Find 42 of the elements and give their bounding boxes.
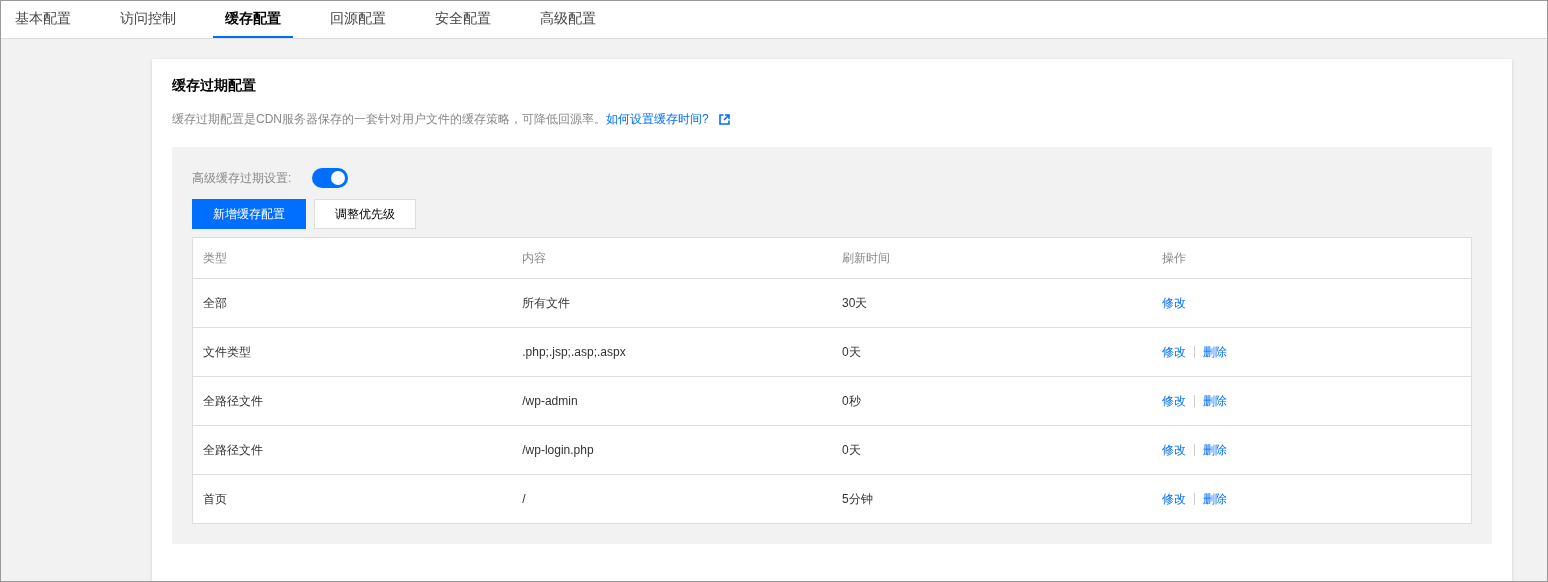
edit-link[interactable]: 修改 [1161, 393, 1186, 408]
external-link-icon[interactable] [718, 114, 730, 125]
table-cell: 首页 [203, 491, 227, 506]
setting-label: 高级缓存过期设置: [192, 169, 292, 187]
edit-link[interactable]: 修改 [1161, 295, 1186, 310]
table-cell: / [522, 492, 526, 506]
delete-link[interactable]: 删除 [1202, 344, 1227, 359]
delete-link[interactable]: 删除 [1202, 393, 1227, 408]
column-header: 类型 [203, 250, 227, 265]
column-header: 操作 [1161, 250, 1186, 265]
table-cell: 全部 [203, 295, 227, 310]
table-cell: 0天 [842, 344, 861, 359]
help-link[interactable]: 如何设置缓存时间? [606, 111, 709, 128]
tab[interactable]: 安全配置 [423, 1, 503, 38]
table-cell: /wp-login.php [522, 443, 594, 457]
toggle-switch[interactable] [312, 168, 349, 188]
table-cell: 0秒 [842, 393, 861, 408]
table-cell: 全路径文件 [203, 442, 263, 457]
edit-link[interactable]: 修改 [1161, 491, 1186, 506]
priority-button[interactable]: 调整优先级 [314, 199, 416, 229]
edit-link[interactable]: 修改 [1161, 344, 1186, 359]
table-cell: 5分钟 [842, 491, 873, 506]
table-cell: 30天 [842, 295, 868, 310]
delete-link[interactable]: 删除 [1202, 491, 1227, 506]
section-title: 缓存过期配置 [172, 77, 257, 95]
column-header: 刷新时间 [842, 250, 890, 265]
delete-link[interactable]: 删除 [1202, 442, 1227, 457]
column-header: 内容 [522, 250, 547, 265]
add-button[interactable]: 新增缓存配置 [192, 199, 306, 229]
table-cell: 0天 [842, 442, 861, 457]
description-text: 缓存过期配置是CDN服务器保存的一套针对用户文件的缓存策略，可降低回源率。 [172, 111, 606, 128]
table-cell: 文件类型 [203, 344, 251, 359]
tab[interactable]: 访问控制 [108, 1, 188, 38]
tab[interactable]: 基本配置 [3, 1, 83, 38]
table-cell: 全路径文件 [203, 393, 263, 408]
tab[interactable]: 缓存配置 [213, 1, 293, 38]
table-cell: 所有文件 [522, 295, 571, 310]
tab[interactable]: 高级配置 [528, 1, 608, 38]
table-cell: .php;.jsp;.asp;.aspx [522, 345, 626, 359]
table-cell: /wp-admin [522, 394, 578, 408]
tab[interactable]: 回源配置 [318, 1, 398, 38]
edit-link[interactable]: 修改 [1161, 442, 1186, 457]
